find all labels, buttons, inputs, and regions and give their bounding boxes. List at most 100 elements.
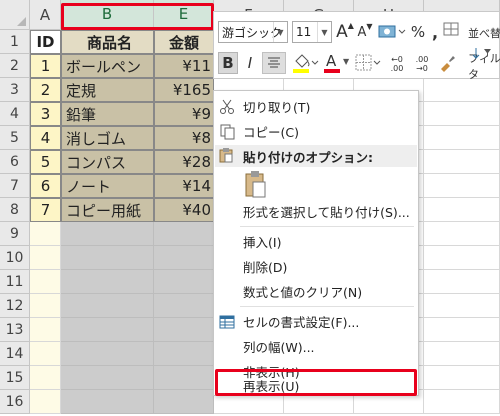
row-header[interactable]: 7 <box>0 174 30 198</box>
percent-style-button[interactable]: % <box>409 21 427 43</box>
fill-color-button[interactable] <box>290 52 320 74</box>
header-cell-price[interactable]: 金額 <box>154 30 214 54</box>
column-header-a[interactable]: A <box>30 0 61 30</box>
cell[interactable] <box>61 342 154 366</box>
row-header[interactable]: 16 <box>0 390 30 414</box>
header-cell-id[interactable]: ID <box>30 30 61 54</box>
id-cell[interactable]: 2 <box>30 78 61 102</box>
cell[interactable] <box>61 390 154 414</box>
cell[interactable] <box>424 198 500 222</box>
cell[interactable] <box>424 366 500 390</box>
row-header[interactable]: 15 <box>0 366 30 390</box>
cell[interactable] <box>30 270 61 294</box>
increase-decimal-button[interactable]: ←0 .00 <box>386 54 408 74</box>
name-cell[interactable]: コピー用紙 <box>61 198 154 222</box>
menu-item-delete[interactable]: 削除(D) <box>214 254 418 279</box>
cell[interactable] <box>424 150 500 174</box>
cell[interactable] <box>424 222 500 246</box>
cell[interactable] <box>424 126 500 150</box>
name-cell[interactable]: 定規 <box>61 78 154 102</box>
row-header[interactable]: 10 <box>0 246 30 270</box>
name-cell[interactable]: ノート <box>61 174 154 198</box>
comma-style-button[interactable]: , <box>429 21 441 43</box>
cell[interactable] <box>30 342 61 366</box>
cell[interactable] <box>30 390 61 414</box>
borders-button[interactable] <box>354 52 384 74</box>
menu-item-column-width[interactable]: 列の幅(W)... <box>214 334 418 359</box>
cell[interactable] <box>30 366 61 390</box>
row-header[interactable]: 9 <box>0 222 30 246</box>
cell[interactable] <box>424 390 500 414</box>
sort-filter-label-2[interactable]: フィルタ <box>468 52 500 81</box>
price-cell[interactable]: ¥165 <box>154 78 214 102</box>
menu-item-format-cells[interactable]: セルの書式設定(F)... <box>214 309 418 334</box>
align-center-button[interactable] <box>262 52 286 74</box>
font-name-dropdown[interactable]: 游ゴシック ▼ <box>218 21 288 43</box>
price-cell[interactable]: ¥11 <box>154 54 214 78</box>
row-header[interactable]: 6 <box>0 150 30 174</box>
row-header[interactable]: 3 <box>0 78 30 102</box>
price-cell[interactable]: ¥28 <box>154 150 214 174</box>
name-cell[interactable]: 鉛筆 <box>61 102 154 126</box>
menu-item-insert[interactable]: 挿入(I) <box>214 229 418 254</box>
shrink-font-button[interactable]: A ▼ <box>356 20 374 44</box>
cell[interactable] <box>154 366 214 390</box>
cell[interactable] <box>154 222 214 246</box>
menu-item-paste-special[interactable]: 形式を選択して貼り付け(S)... <box>214 199 418 224</box>
id-cell[interactable]: 5 <box>30 150 61 174</box>
cell[interactable] <box>61 246 154 270</box>
menu-item-cut[interactable]: 切り取り(T) <box>214 94 418 119</box>
bold-button[interactable]: B <box>218 52 238 74</box>
cell[interactable] <box>61 222 154 246</box>
row-header[interactable]: 5 <box>0 126 30 150</box>
accounting-format-button[interactable] <box>377 21 407 43</box>
cell[interactable] <box>424 342 500 366</box>
cell[interactable] <box>61 294 154 318</box>
header-cell-name[interactable]: 商品名 <box>61 30 154 54</box>
decrease-decimal-button[interactable]: .00 →0 <box>411 54 433 74</box>
format-cells-button[interactable] <box>443 18 461 40</box>
cell[interactable] <box>30 246 61 270</box>
row-header[interactable]: 14 <box>0 342 30 366</box>
select-all-corner[interactable] <box>0 0 30 30</box>
cell[interactable] <box>424 318 500 342</box>
cell[interactable] <box>154 390 214 414</box>
id-cell[interactable]: 6 <box>30 174 61 198</box>
cell[interactable] <box>424 174 500 198</box>
menu-item-copy[interactable]: コピー(C) <box>214 119 418 144</box>
id-cell[interactable]: 4 <box>30 126 61 150</box>
cell[interactable] <box>30 294 61 318</box>
menu-item-clear-contents[interactable]: 数式と値のクリア(N) <box>214 279 418 304</box>
row-header[interactable]: 4 <box>0 102 30 126</box>
cell[interactable] <box>61 366 154 390</box>
name-cell[interactable]: 消しゴム <box>61 126 154 150</box>
sort-filter-label-1[interactable]: 並べ替 <box>468 25 500 41</box>
price-cell[interactable]: ¥40 <box>154 198 214 222</box>
font-color-button[interactable]: A ▼ <box>322 52 352 74</box>
row-header[interactable]: 2 <box>0 54 30 78</box>
cell[interactable] <box>424 294 500 318</box>
id-cell[interactable]: 7 <box>30 198 61 222</box>
cell[interactable] <box>424 102 500 126</box>
row-header[interactable]: 11 <box>0 270 30 294</box>
format-painter-button[interactable] <box>436 52 458 74</box>
font-size-dropdown[interactable]: 11 ▼ <box>292 21 332 43</box>
cell[interactable] <box>154 342 214 366</box>
paste-button[interactable] <box>241 169 271 201</box>
row-header[interactable]: 8 <box>0 198 30 222</box>
id-cell[interactable]: 3 <box>30 102 61 126</box>
cell[interactable] <box>154 294 214 318</box>
price-cell[interactable]: ¥9 <box>154 102 214 126</box>
grow-font-button[interactable]: A ▲ <box>336 20 354 44</box>
row-header[interactable]: 1 <box>0 30 30 54</box>
italic-button[interactable]: I <box>241 52 259 74</box>
cell[interactable] <box>61 318 154 342</box>
row-header[interactable]: 13 <box>0 318 30 342</box>
price-cell[interactable]: ¥8 <box>154 126 214 150</box>
cell[interactable] <box>424 246 500 270</box>
price-cell[interactable]: ¥14 <box>154 174 214 198</box>
cell[interactable] <box>154 318 214 342</box>
name-cell[interactable]: コンパス <box>61 150 154 174</box>
cell[interactable] <box>154 270 214 294</box>
name-cell[interactable]: ボールペン <box>61 54 154 78</box>
